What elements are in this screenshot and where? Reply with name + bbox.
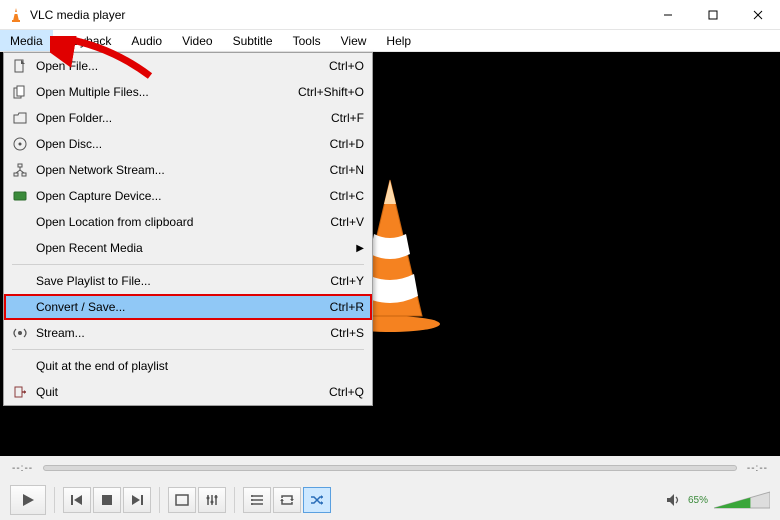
menu-item-open-network-stream[interactable]: Open Network Stream...Ctrl+N [4, 157, 372, 183]
control-bar: 65% [0, 480, 780, 520]
loop-button[interactable] [273, 487, 301, 513]
menu-item-label: Quit [36, 385, 329, 399]
menu-item-quit-at-the-end-of-playlist[interactable]: Quit at the end of playlist [4, 353, 372, 379]
menu-item-shortcut: Ctrl+N [330, 163, 364, 177]
menu-separator [12, 264, 364, 265]
titlebar: VLC media player [0, 0, 780, 30]
menu-item-open-location-from-clipboard[interactable]: Open Location from clipboardCtrl+V [4, 209, 372, 235]
menu-item-label: Open Capture Device... [36, 189, 330, 203]
playlist-button[interactable] [243, 487, 271, 513]
menu-item-open-multiple-files[interactable]: Open Multiple Files...Ctrl+Shift+O [4, 79, 372, 105]
menu-item-shortcut: Ctrl+C [330, 189, 364, 203]
menu-help[interactable]: Help [376, 30, 421, 51]
menu-item-label: Stream... [36, 326, 330, 340]
menu-item-label: Open Network Stream... [36, 163, 330, 177]
menu-subtitle[interactable]: Subtitle [223, 30, 283, 51]
files-icon [10, 85, 30, 99]
quit-icon [10, 385, 30, 399]
menu-item-label: Open Location from clipboard [36, 215, 330, 229]
previous-button[interactable] [63, 487, 91, 513]
menu-item-shortcut: Ctrl+S [330, 326, 364, 340]
stream-icon [10, 326, 30, 340]
minimize-button[interactable] [645, 0, 690, 30]
volume-control: 65% [666, 490, 770, 510]
app-icon [8, 7, 24, 23]
separator [54, 487, 55, 513]
menu-item-label: Open File... [36, 59, 329, 73]
volume-slider[interactable] [714, 490, 770, 510]
menu-item-open-folder[interactable]: Open Folder...Ctrl+F [4, 105, 372, 131]
disc-icon [10, 137, 30, 151]
seek-bar: --:-- --:-- [0, 456, 780, 480]
menu-video[interactable]: Video [172, 30, 222, 51]
menu-separator [12, 349, 364, 350]
menu-tools[interactable]: Tools [283, 30, 331, 51]
stop-button[interactable] [93, 487, 121, 513]
media-menu-dropdown: Open File...Ctrl+OOpen Multiple Files...… [3, 52, 373, 406]
maximize-button[interactable] [690, 0, 735, 30]
menubar: MediaPlaybackAudioVideoSubtitleToolsView… [0, 30, 780, 52]
close-button[interactable] [735, 0, 780, 30]
menu-item-label: Convert / Save... [36, 300, 330, 314]
network-icon [10, 163, 30, 177]
separator [159, 487, 160, 513]
menu-audio[interactable]: Audio [121, 30, 172, 51]
menu-item-label: Open Multiple Files... [36, 85, 298, 99]
menu-item-stream[interactable]: Stream...Ctrl+S [4, 320, 372, 346]
play-button[interactable] [10, 485, 46, 515]
menu-playback[interactable]: Playback [53, 30, 122, 51]
folder-icon [10, 111, 30, 125]
window-title: VLC media player [30, 8, 645, 22]
menu-item-save-playlist-to-file[interactable]: Save Playlist to File...Ctrl+Y [4, 268, 372, 294]
total-time: --:-- [747, 463, 768, 474]
menu-view[interactable]: View [331, 30, 377, 51]
menu-item-label: Open Disc... [36, 137, 330, 151]
menu-media[interactable]: Media [0, 30, 53, 51]
menu-item-open-disc[interactable]: Open Disc...Ctrl+D [4, 131, 372, 157]
separator [234, 487, 235, 513]
menu-item-convert-save[interactable]: Convert / Save...Ctrl+R [4, 294, 372, 320]
seek-track[interactable] [43, 465, 737, 471]
menu-item-label: Open Folder... [36, 111, 331, 125]
menu-item-open-file[interactable]: Open File...Ctrl+O [4, 53, 372, 79]
menu-item-shortcut: Ctrl+F [331, 111, 364, 125]
mute-icon[interactable] [666, 493, 682, 507]
menu-item-quit[interactable]: QuitCtrl+Q [4, 379, 372, 405]
menu-item-open-capture-device[interactable]: Open Capture Device...Ctrl+C [4, 183, 372, 209]
volume-percent: 65% [688, 495, 708, 506]
menu-item-label: Quit at the end of playlist [36, 359, 364, 373]
menu-item-label: Save Playlist to File... [36, 274, 330, 288]
capture-icon [10, 189, 30, 203]
menu-item-shortcut: Ctrl+R [330, 300, 364, 314]
shuffle-button[interactable] [303, 487, 331, 513]
menu-item-label: Open Recent Media [36, 241, 356, 255]
elapsed-time: --:-- [12, 463, 33, 474]
menu-item-shortcut: Ctrl+D [330, 137, 364, 151]
menu-item-shortcut: Ctrl+Y [330, 274, 364, 288]
file-icon [10, 59, 30, 73]
next-button[interactable] [123, 487, 151, 513]
extended-settings-button[interactable] [198, 487, 226, 513]
menu-item-open-recent-media[interactable]: Open Recent Media▶ [4, 235, 372, 261]
menu-item-shortcut: Ctrl+V [330, 215, 364, 229]
window-buttons [645, 0, 780, 30]
menu-item-shortcut: Ctrl+Q [329, 385, 364, 399]
submenu-arrow-icon: ▶ [356, 243, 364, 254]
menu-item-shortcut: Ctrl+Shift+O [298, 85, 364, 99]
fullscreen-button[interactable] [168, 487, 196, 513]
menu-item-shortcut: Ctrl+O [329, 59, 364, 73]
